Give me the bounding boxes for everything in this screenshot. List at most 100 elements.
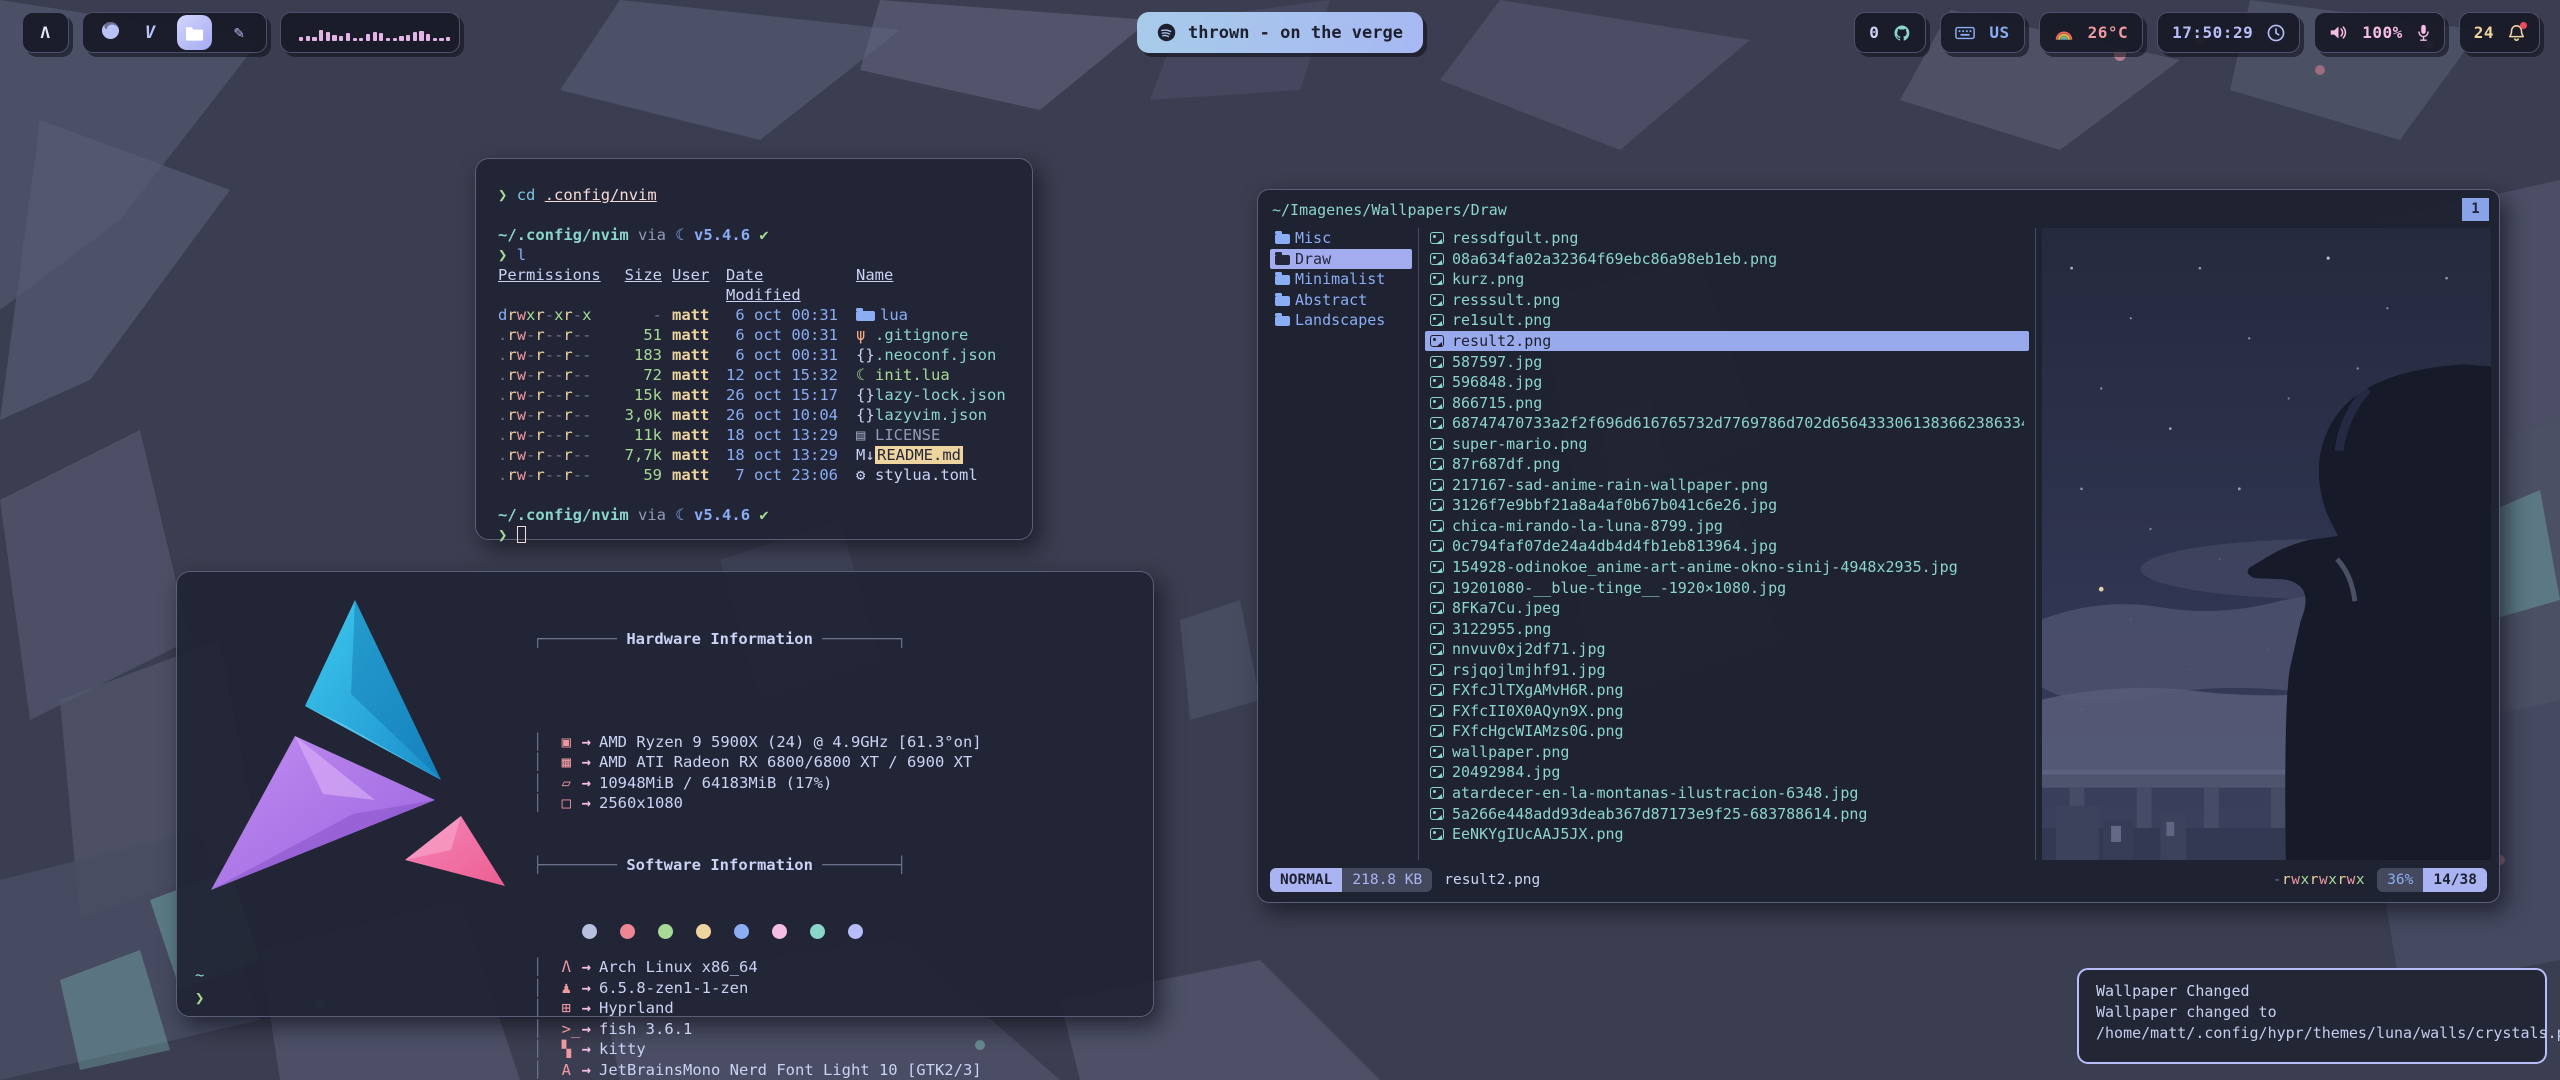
palette-dot <box>734 924 749 939</box>
file-list-item[interactable]: nnvuv0xj2df71.jpg <box>1425 639 2029 660</box>
image-file-icon <box>1430 684 1444 696</box>
arrow-icon: → <box>582 1061 599 1079</box>
fetch-prompt-area[interactable]: ~ ❯ <box>195 964 204 1010</box>
keyboard-layout-module[interactable]: US <box>1940 12 2024 53</box>
sidebar-folder-item[interactable]: Landscapes <box>1270 310 1412 331</box>
fetch-info-row: │ ▱→10948MiB / 64183MiB (17%) <box>533 773 1084 794</box>
file-list-item[interactable]: re1sult.png <box>1425 310 2029 331</box>
file-date: 26 oct 10:04 <box>726 405 846 425</box>
audio-visualizer-module[interactable] <box>280 12 460 53</box>
file-list-item[interactable]: 8FKa7Cu.jpeg <box>1425 598 2029 619</box>
file-list-item[interactable]: 217167-sad-anime-rain-wallpaper.png <box>1425 475 2029 496</box>
software-section-header: ├──────── Software Information ────────┤ <box>533 855 1084 876</box>
file-list-item[interactable]: rsjqojlmjhf91.jpg <box>1425 659 2029 680</box>
distro-logo <box>203 588 513 918</box>
sidebar-folder-item[interactable]: Minimalist <box>1270 269 1412 290</box>
file-name: 08a634fa02a32364f69ebc86a98eb1eb.png <box>1452 250 1777 268</box>
workspaces-module: V ✎ <box>82 12 267 53</box>
terminal-window-nvim[interactable]: ❯ cd .config/nvim ~/.config/nvim via ☾ v… <box>475 158 1033 540</box>
file-list-item[interactable]: atardecer-en-la-montanas-ilustracion-634… <box>1425 783 2029 804</box>
file-type-icon: {} <box>856 405 875 425</box>
file-list-item[interactable]: 0c794faf07de24a4db4d4fb1eb813964.jpg <box>1425 536 2029 557</box>
file-list-item[interactable]: 154928-odinokoe_anime-art-anime-okno-sin… <box>1425 557 2029 578</box>
file-name: 154928-odinokoe_anime-art-anime-okno-sin… <box>1452 558 1958 576</box>
pane-divider <box>1418 228 1419 860</box>
file-list-item[interactable]: 866715.png <box>1425 392 2029 413</box>
software-item-icon: ♟ <box>552 978 582 999</box>
bell-wrap <box>2508 24 2525 42</box>
starship-prompt-line: ~/.config/nvim via ☾ v5.4.6 ✔ <box>498 225 1010 245</box>
image-file-icon <box>1430 458 1444 470</box>
notification-popup[interactable]: Wallpaper Changed Wallpaper changed to /… <box>2077 968 2547 1064</box>
now-playing-module[interactable]: thrown - on the verge <box>1137 12 1423 53</box>
file-name: lua <box>880 306 908 324</box>
file-list-item[interactable]: super-mario.png <box>1425 433 2029 454</box>
app-launcher-button[interactable]: Λ <box>22 12 69 53</box>
file-list-item[interactable]: 3122955.png <box>1425 618 2029 639</box>
file-name-cell: ψ.gitignore <box>856 325 1010 345</box>
file-list-item[interactable]: resssult.png <box>1425 290 2029 311</box>
file-list-item[interactable]: kurz.png <box>1425 269 2029 290</box>
file-list-item[interactable]: 587597.jpg <box>1425 351 2029 372</box>
notifications-module[interactable]: 24 <box>2459 12 2540 53</box>
terminal-window-fetch[interactable]: ┌──────── Hardware Information ────────┐… <box>176 571 1154 1017</box>
status-right: -rwxrwxrwx 36% 14/38 <box>2273 868 2487 892</box>
file-list-item[interactable]: chica-mirando-la-luna-8799.jpg <box>1425 516 2029 537</box>
file-name: stylua.toml <box>875 466 978 484</box>
file-list-item[interactable]: FXfcJlTXgAMvH6R.png <box>1425 680 2029 701</box>
file-list-item[interactable]: 87r687df.png <box>1425 454 2029 475</box>
github-module[interactable]: 0 <box>1854 12 1926 53</box>
cava-bar <box>433 38 437 41</box>
file-list-item[interactable]: 5a266e448add93deab367d87173e9f25-6837886… <box>1425 803 2029 824</box>
palette-dot <box>658 924 673 939</box>
sidebar-folder-item[interactable]: Abstract <box>1270 290 1412 311</box>
file-date: 7 oct 23:06 <box>726 465 846 485</box>
file-list-item[interactable]: 68747470733a2f2f696d616765732d7769786d70… <box>1425 413 2029 434</box>
terminal-input-line[interactable]: ❯ <box>498 525 1010 545</box>
image-file-icon <box>1430 356 1444 368</box>
tab-badge[interactable]: 1 <box>2462 198 2489 221</box>
sidebar-folder-item[interactable]: Draw <box>1270 249 1412 270</box>
file-list-item[interactable]: 19201080-__blue-tinge__-1920×1080.jpg <box>1425 577 2029 598</box>
spotify-icon <box>1157 23 1176 42</box>
software-item-icon: >_ <box>552 1019 582 1040</box>
file-list-item[interactable]: wallpaper.png <box>1425 742 2029 763</box>
file-list-item[interactable]: result2.png <box>1425 331 2029 352</box>
hardware-item-icon: ▣ <box>552 732 582 753</box>
workspace-vim[interactable]: V <box>137 23 163 43</box>
file-size: 51 <box>608 325 662 345</box>
palette-dot <box>848 924 863 939</box>
workspace-paint[interactable]: ✎ <box>226 23 252 43</box>
cava-bar <box>366 34 370 41</box>
sidebar-folder-item[interactable]: Misc <box>1270 228 1412 249</box>
image-file-icon <box>1430 253 1444 265</box>
notification-body: Wallpaper changed to /home/matt/.config/… <box>2096 1002 2528 1044</box>
file-name: 866715.png <box>1452 394 1542 412</box>
workspace-browser[interactable] <box>97 21 123 45</box>
folder-name: Landscapes <box>1295 311 1385 329</box>
weather-module[interactable]: 26°C <box>2039 12 2144 53</box>
volume-module[interactable]: 100% <box>2314 12 2445 53</box>
folder-name: Misc <box>1295 229 1331 247</box>
cava-bar <box>413 32 417 41</box>
file-manager-window[interactable]: ~/Imagenes/Wallpapers/Draw 1 Misc Draw M… <box>1257 189 2500 903</box>
file-list-item[interactable]: FXfcII0X0AQyn9X.png <box>1425 701 2029 722</box>
cava-bar <box>332 35 336 41</box>
file-list-item[interactable]: 20492984.jpg <box>1425 762 2029 783</box>
image-file-icon <box>1430 664 1444 676</box>
file-list-item[interactable]: ressdfgult.png <box>1425 228 2029 249</box>
file-list-item[interactable]: 596848.jpg <box>1425 372 2029 393</box>
cava-bar <box>439 38 443 41</box>
now-playing-title: thrown - on the verge <box>1188 23 1403 43</box>
file-date: 6 oct 00:31 <box>726 345 846 365</box>
file-list-item[interactable]: 08a634fa02a32364f69ebc86a98eb1eb.png <box>1425 249 2029 270</box>
file-list-item[interactable]: EeNKYgIUcAAJ5JX.png <box>1425 824 2029 845</box>
clock-module[interactable]: 17:50:29 <box>2157 12 2300 53</box>
file-list-item[interactable]: FXfcHgcWIAMzs0G.png <box>1425 721 2029 742</box>
file-name: 596848.jpg <box>1452 373 1542 391</box>
cava-bar <box>359 38 363 41</box>
workspace-files-active[interactable] <box>177 15 212 50</box>
image-file-icon <box>1430 746 1444 758</box>
file-type-icon: ⚙ <box>856 465 875 485</box>
file-list-item[interactable]: 3126f7e9bbf21a8a4af0b67b041c6e26.jpg <box>1425 495 2029 516</box>
